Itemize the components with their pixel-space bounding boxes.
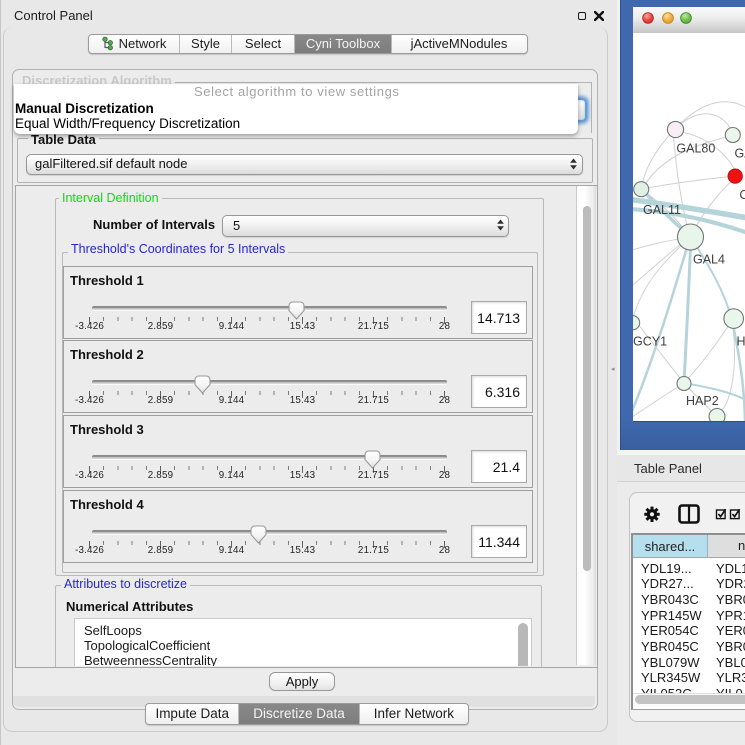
svg-text:GAL11: GAL11 (643, 203, 681, 217)
svg-text:GAL80: GAL80 (676, 142, 715, 156)
svg-text:C: C (739, 188, 745, 202)
svg-text:GA: GA (735, 147, 745, 161)
svg-text:GAL4: GAL4 (693, 253, 725, 267)
svg-text:H: H (737, 335, 745, 349)
svg-text:HAP2: HAP2 (686, 394, 719, 408)
svg-text:GCY1: GCY1 (633, 335, 667, 349)
